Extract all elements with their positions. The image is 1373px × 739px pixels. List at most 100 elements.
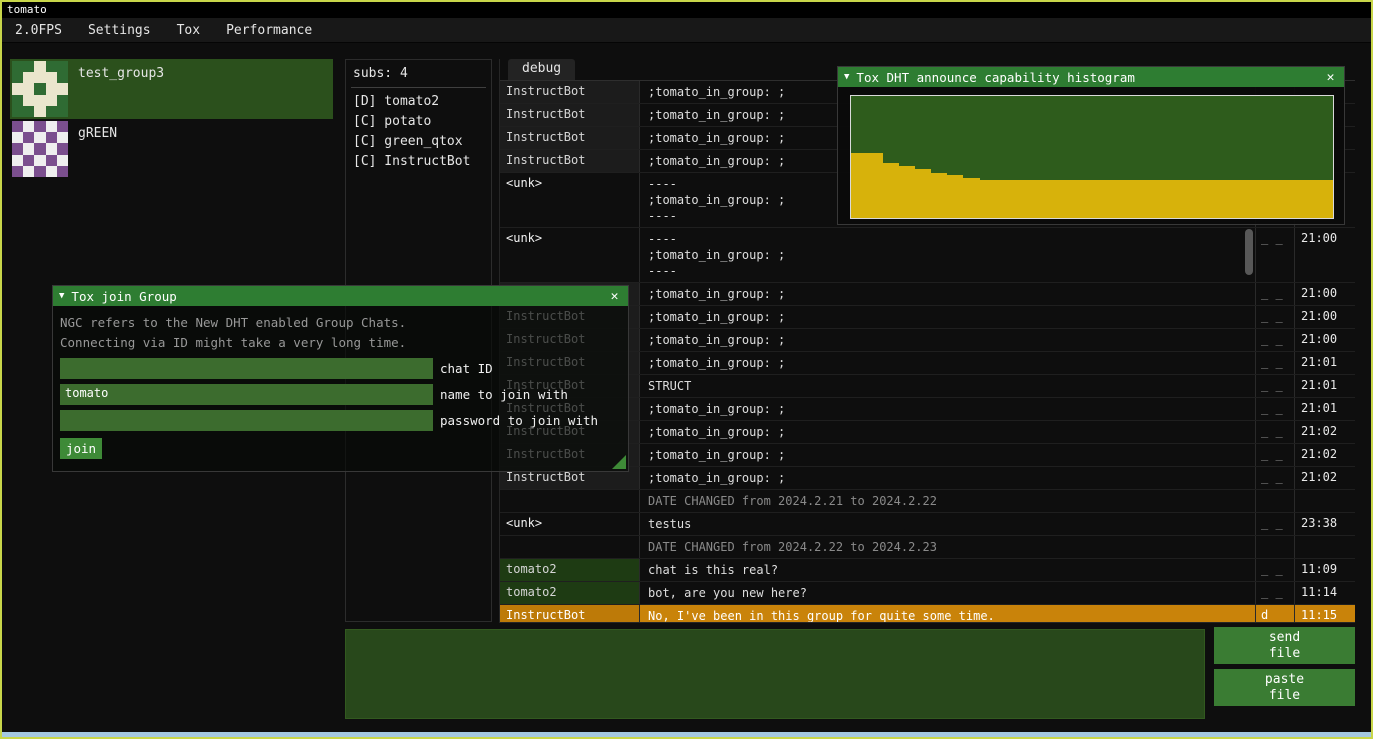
- collapse-icon[interactable]: ▼: [59, 291, 64, 301]
- chat-message-text: DATE CHANGED from 2024.2.21 to 2024.2.22: [640, 490, 1256, 512]
- chat-message-row[interactable]: <unk> testus _ _ 23:38: [500, 513, 1355, 536]
- chat-timestamp: 23:38: [1295, 513, 1355, 535]
- close-icon[interactable]: ✕: [607, 289, 622, 304]
- chat-timestamp: 21:02: [1295, 467, 1355, 489]
- chat-timestamp: 11:14: [1295, 582, 1355, 604]
- chat-message-text: ;tomato_in_group: ;: [640, 306, 1256, 328]
- separator: [351, 87, 486, 88]
- chat-delivery-status: _ _: [1256, 283, 1295, 305]
- chat-sender-name: InstructBot: [500, 127, 640, 149]
- histogram-bar: [1044, 180, 1060, 218]
- chat-sender-name: InstructBot: [500, 605, 640, 622]
- close-icon[interactable]: ✕: [1323, 70, 1338, 85]
- join-text-input[interactable]: [60, 358, 433, 379]
- histogram-bar: [1108, 180, 1124, 218]
- resize-grip-icon[interactable]: [612, 455, 626, 469]
- window-title: tomato: [7, 3, 47, 16]
- join-text-input[interactable]: [60, 410, 433, 431]
- histogram-bar: [1204, 180, 1220, 218]
- chat-delivery-status: _ _: [1256, 582, 1295, 604]
- histogram-bar: [899, 166, 915, 218]
- chat-delivery-status: d: [1256, 605, 1295, 622]
- histogram-bar: [1172, 180, 1188, 218]
- chat-message-text: ;tomato_in_group: ;: [640, 467, 1256, 489]
- chat-delivery-status: _ _: [1256, 228, 1295, 282]
- chat-message-text: bot, are you new here?: [640, 582, 1256, 604]
- chat-message-text: No, I've been in this group for quite so…: [640, 605, 1256, 622]
- chat-timestamp: [1295, 536, 1355, 558]
- menu-item-tox[interactable]: Tox: [164, 23, 213, 38]
- chat-message-row[interactable]: DATE CHANGED from 2024.2.21 to 2024.2.22: [500, 490, 1355, 513]
- subscriber-item[interactable]: [C] InstructBot: [351, 152, 486, 172]
- histogram-plot[interactable]: [850, 95, 1334, 219]
- histogram-bar: [1012, 180, 1028, 218]
- chat-timestamp: 21:01: [1295, 398, 1355, 420]
- chat-timestamp: 21:00: [1295, 329, 1355, 351]
- app-window: tomato 2.0FPS Settings Tox Performance t…: [0, 0, 1373, 739]
- histogram-bar: [1060, 180, 1076, 218]
- histogram-bar: [963, 178, 979, 218]
- window-titlebar[interactable]: tomato: [2, 2, 1371, 18]
- histogram-bar: [1269, 180, 1285, 218]
- tab-debug[interactable]: debug: [508, 59, 575, 80]
- menu-item-settings[interactable]: Settings: [75, 23, 164, 38]
- group-avatar: [12, 121, 68, 177]
- chat-message-row[interactable]: <unk> ---- ;tomato_in_group: ; ---- _ _ …: [500, 228, 1355, 283]
- send-file-button[interactable]: send file: [1214, 627, 1355, 664]
- chat-message-row[interactable]: tomato2 bot, are you new here? _ _ 11:14: [500, 582, 1355, 605]
- menu-bar: 2.0FPS Settings Tox Performance: [2, 18, 1371, 43]
- chat-message-row[interactable]: DATE CHANGED from 2024.2.22 to 2024.2.23: [500, 536, 1355, 559]
- chat-sender-name: [500, 490, 640, 512]
- subscribers-count: subs: 4: [351, 66, 486, 81]
- group-avatar: [12, 61, 68, 117]
- menu-item-performance[interactable]: Performance: [213, 23, 325, 38]
- chat-delivery-status: _ _: [1256, 398, 1295, 420]
- chat-sender-name: <unk>: [500, 228, 640, 282]
- join-field-row: chat ID: [60, 358, 621, 379]
- chat-sender-name: [500, 536, 640, 558]
- group-name: test_group3: [78, 61, 164, 117]
- chat-message-text: STRUCT: [640, 375, 1256, 397]
- chat-sender-name: <unk>: [500, 173, 640, 227]
- dht-histogram-titlebar[interactable]: ▼ Tox DHT announce capability histogram …: [838, 67, 1344, 87]
- subscriber-item[interactable]: [C] green_qtox: [351, 132, 486, 152]
- chat-sender-name: InstructBot: [500, 150, 640, 172]
- histogram-bar: [851, 153, 867, 218]
- group-list-item[interactable]: gREEN: [10, 119, 333, 179]
- chat-message-text: ;tomato_in_group: ;: [640, 421, 1256, 443]
- join-text-input[interactable]: tomato: [60, 384, 433, 405]
- chat-message-text: ;tomato_in_group: ;: [640, 283, 1256, 305]
- histogram-bar: [1317, 180, 1333, 218]
- chat-timestamp: 21:00: [1295, 306, 1355, 328]
- histogram-bar: [867, 153, 883, 218]
- group-name: gREEN: [78, 121, 117, 177]
- chat-delivery-status: _ _: [1256, 306, 1295, 328]
- chat-message-row[interactable]: tomato2 chat is this real? _ _ 11:09: [500, 559, 1355, 582]
- histogram-bar: [915, 169, 931, 218]
- subscriber-item[interactable]: [C] potato: [351, 112, 486, 132]
- chat-message-text: ;tomato_in_group: ;: [640, 444, 1256, 466]
- paste-file-button[interactable]: paste file: [1214, 669, 1355, 706]
- join-button[interactable]: join: [60, 438, 102, 459]
- chat-delivery-status: _ _: [1256, 352, 1295, 374]
- chat-sender-name: tomato2: [500, 559, 640, 581]
- fps-counter: 2.0FPS: [2, 23, 75, 38]
- chat-delivery-status: _ _: [1256, 375, 1295, 397]
- chat-message-row[interactable]: InstructBot No, I've been in this group …: [500, 605, 1355, 622]
- histogram-bar: [1301, 180, 1317, 218]
- group-list-item[interactable]: test_group3: [10, 59, 333, 119]
- join-field-row: tomato name to join with: [60, 384, 621, 405]
- chat-message-text: ;tomato_in_group: ;: [640, 352, 1256, 374]
- chat-delivery-status: _ _: [1256, 329, 1295, 351]
- dht-histogram-body: [838, 87, 1344, 224]
- join-input-label: password to join with: [440, 413, 598, 428]
- subscriber-item[interactable]: [D] tomato2: [351, 92, 486, 112]
- histogram-bar: [1092, 180, 1108, 218]
- histogram-bar: [1140, 180, 1156, 218]
- message-input[interactable]: [345, 629, 1205, 719]
- chat-scrollbar[interactable]: [1245, 229, 1253, 275]
- join-group-titlebar[interactable]: ▼ Tox join Group ✕: [53, 286, 628, 306]
- collapse-icon[interactable]: ▼: [844, 72, 849, 82]
- join-input-label: name to join with: [440, 387, 568, 402]
- join-input-label: chat ID: [440, 361, 493, 376]
